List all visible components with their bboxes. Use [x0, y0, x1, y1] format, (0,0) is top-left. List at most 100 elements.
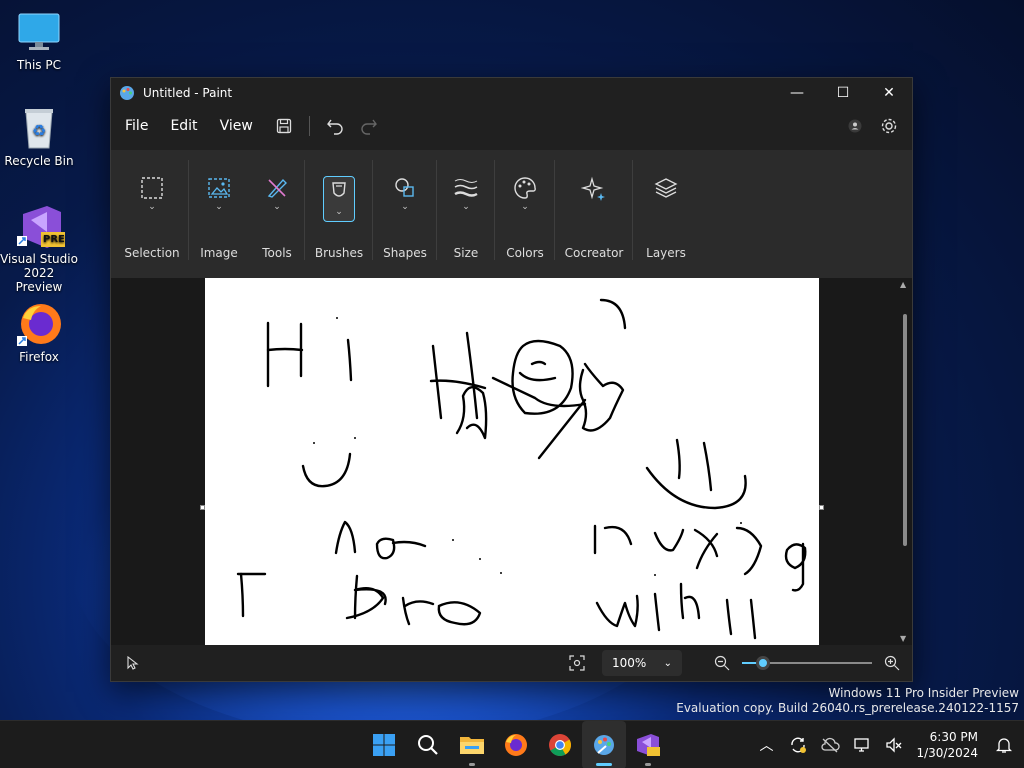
chevron-down-icon: ⌄ [462, 202, 470, 212]
watermark-line: Windows 11 Pro Insider Preview [828, 686, 1019, 700]
canvas-resize-handle[interactable] [200, 505, 205, 510]
gear-icon [881, 118, 897, 134]
windows-logo-icon [373, 734, 395, 756]
paint-window: Untitled - Paint — ☐ ✕ File Edit View ⌄ … [110, 77, 913, 682]
sparkle-icon [581, 176, 605, 201]
scroll-down-icon[interactable]: ▼ [900, 634, 906, 643]
brushes-active-button[interactable]: ⌄ [323, 176, 355, 222]
firefox-taskbar-button[interactable] [494, 721, 538, 768]
save-icon [276, 118, 291, 134]
ribbon-label: Image [200, 246, 238, 260]
firefox-icon [17, 302, 61, 346]
tools-icon [267, 178, 287, 198]
status-bar: 100% ⌄ [111, 645, 912, 681]
desktop-icon-label: Firefox [19, 350, 59, 364]
ribbon-group-selection[interactable]: ⌄ Selection [115, 150, 189, 278]
desktop-icon-recycle-bin[interactable]: ♻ Recycle Bin [0, 106, 78, 168]
sync-tray-button[interactable] [782, 721, 814, 768]
desktop-icon-visual-studio[interactable]: PRE Visual Studio 2022 Preview [0, 204, 78, 294]
desktop-icon-firefox[interactable]: Firefox [0, 302, 78, 364]
paint-app-icon [120, 86, 134, 100]
network-icon [854, 738, 870, 752]
zoom-in-icon[interactable] [884, 655, 900, 671]
chrome-taskbar-button[interactable] [538, 721, 582, 768]
menu-view[interactable]: View [212, 118, 267, 134]
menu-edit[interactable]: Edit [162, 118, 211, 134]
volume-muted-icon [886, 737, 902, 753]
vertical-scrollbar[interactable]: ▲ ▼ [900, 278, 910, 645]
notifications-button[interactable] [988, 721, 1020, 768]
close-button[interactable]: ✕ [866, 78, 912, 108]
visual-studio-icon [637, 734, 660, 756]
network-tray-button[interactable] [846, 721, 878, 768]
undo-icon [326, 119, 343, 135]
chevron-down-icon: ⌄ [401, 202, 409, 212]
system-tray: ︿ 6:30 PM 1/30/2024 [750, 721, 1024, 768]
palette-icon [514, 177, 536, 199]
taskbar-apps [362, 721, 670, 768]
scroll-up-icon[interactable]: ▲ [900, 280, 906, 289]
ribbon-label: Brushes [314, 246, 364, 260]
zoom-level-dropdown[interactable]: 100% ⌄ [602, 650, 682, 676]
visual-studio-taskbar-button[interactable] [626, 721, 670, 768]
ribbon-group-colors[interactable]: ⌄ Colors [495, 150, 555, 278]
fit-to-window-button[interactable] [562, 655, 592, 671]
search-icon [418, 735, 438, 755]
start-button[interactable] [362, 721, 406, 768]
active-indicator [596, 763, 612, 766]
ribbon-label: Tools [262, 246, 292, 260]
clock-date: 1/30/2024 [916, 746, 978, 760]
svg-text:♻: ♻ [32, 121, 46, 140]
redo-icon [361, 119, 377, 135]
ribbon-group-layers[interactable]: Layers [633, 150, 699, 278]
chevron-down-icon: ⌄ [273, 202, 281, 212]
show-hidden-icons-button[interactable]: ︿ [750, 721, 782, 768]
undo-button[interactable] [318, 111, 352, 141]
bell-icon [996, 738, 1012, 753]
chevron-down-icon: ⌄ [148, 202, 156, 212]
scrollbar-thumb[interactable] [903, 314, 907, 546]
settings-button[interactable] [872, 111, 906, 141]
redo-button[interactable] [352, 111, 386, 141]
volume-tray-button[interactable] [878, 721, 910, 768]
ribbon-group-shapes[interactable]: ⌄ Shapes [373, 150, 437, 278]
account-button[interactable] [838, 111, 872, 141]
save-button[interactable] [267, 111, 301, 141]
menu-bar: File Edit View [111, 108, 912, 144]
layers-icon [654, 178, 678, 198]
menu-file[interactable]: File [117, 118, 162, 134]
ribbon-toolbar: ⌄ Selection ⌄ Image ⌄ Tools ⌄ Brushes ⌄ … [111, 150, 912, 278]
drawing-canvas[interactable] [205, 278, 819, 645]
account-icon [848, 119, 862, 133]
chevron-down-icon: ⌄ [521, 202, 529, 212]
file-explorer-button[interactable] [450, 721, 494, 768]
cloud-icon [821, 737, 841, 753]
zoom-out-icon[interactable] [714, 655, 730, 671]
ribbon-group-image[interactable]: ⌄ Image [189, 150, 249, 278]
chrome-icon [549, 734, 571, 756]
zoom-slider-knob[interactable] [756, 656, 770, 670]
fit-screen-icon [569, 655, 585, 671]
size-icon [454, 179, 478, 197]
maximize-button[interactable]: ☐ [820, 78, 866, 108]
zoom-slider[interactable] [742, 656, 872, 670]
pointer-icon [127, 656, 139, 670]
taskbar-clock[interactable]: 6:30 PM 1/30/2024 [910, 729, 988, 761]
chevron-down-icon: ⌄ [335, 207, 343, 217]
firefox-icon [505, 734, 527, 756]
taskbar: ︿ 6:30 PM 1/30/2024 [0, 720, 1024, 768]
paint-taskbar-button[interactable] [582, 721, 626, 768]
desktop-icon-this-pc[interactable]: This PC [0, 10, 78, 72]
minimize-button[interactable]: — [774, 78, 820, 108]
canvas-resize-handle[interactable] [819, 505, 824, 510]
title-bar[interactable]: Untitled - Paint — ☐ ✕ [111, 78, 912, 108]
ribbon-group-cocreator[interactable]: Cocreator [555, 150, 633, 278]
ribbon-group-brushes[interactable]: ⌄ Brushes [305, 150, 373, 278]
ribbon-label: Shapes [383, 246, 427, 260]
ribbon-group-tools[interactable]: ⌄ Tools [249, 150, 305, 278]
ribbon-label: Cocreator [564, 246, 624, 260]
search-button[interactable] [406, 721, 450, 768]
close-icon: ✕ [883, 85, 895, 101]
onedrive-tray-button[interactable] [814, 721, 846, 768]
ribbon-group-size[interactable]: ⌄ Size [437, 150, 495, 278]
